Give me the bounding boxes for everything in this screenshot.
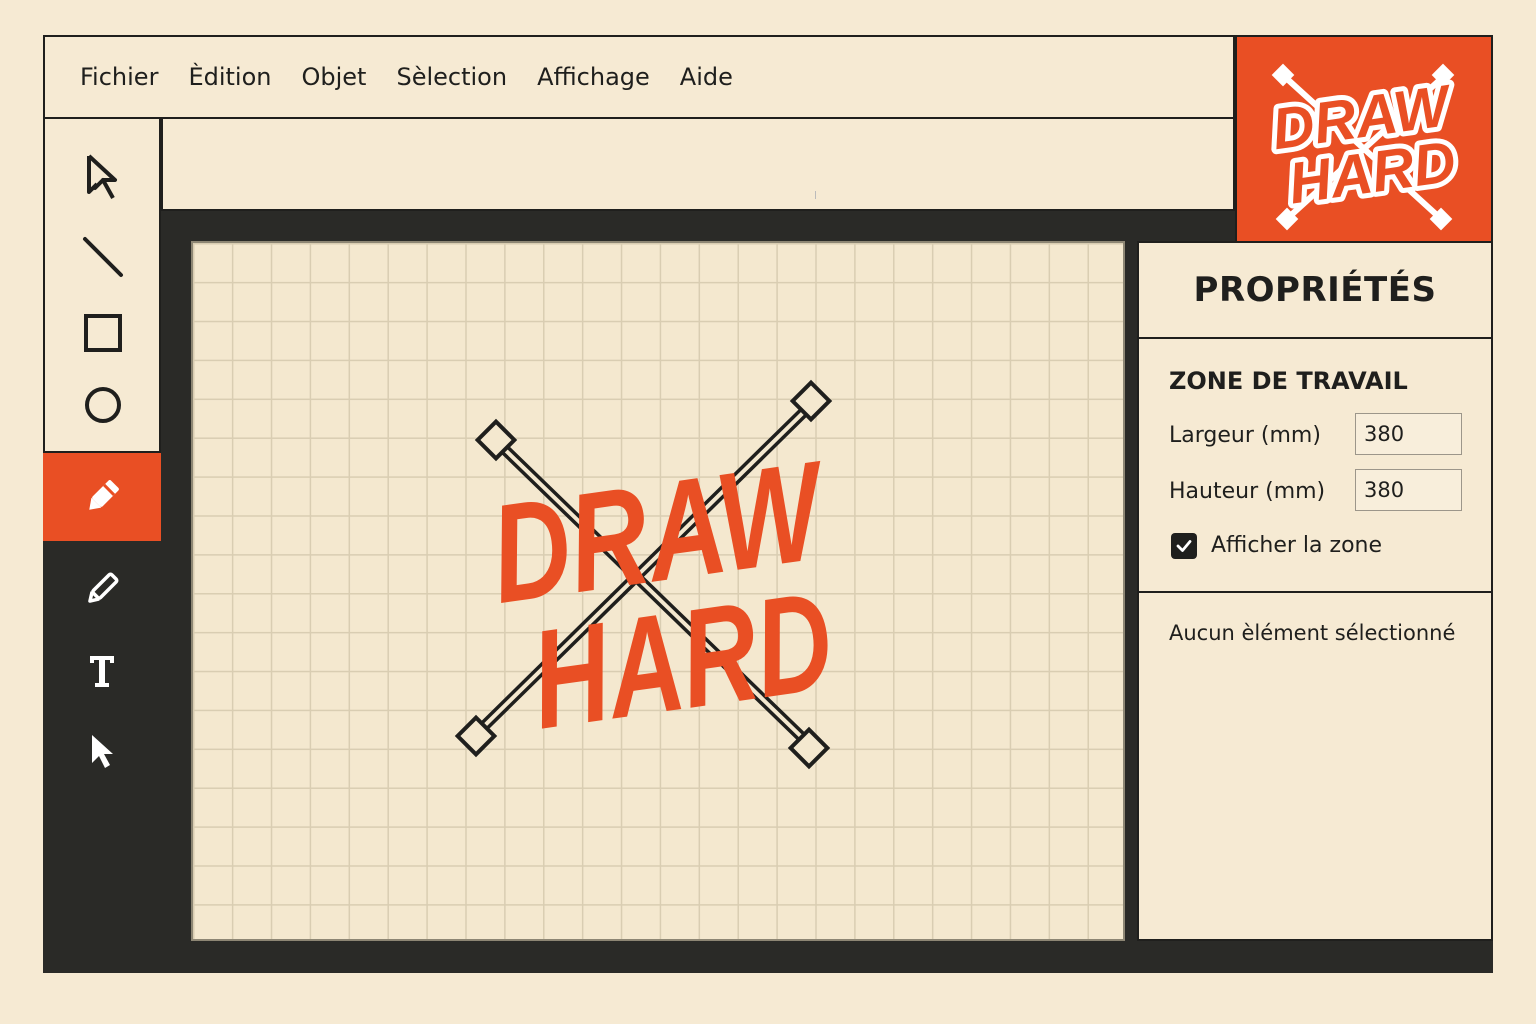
width-label: Largeur (mm) (1169, 423, 1321, 448)
toolbar (43, 119, 161, 453)
menu-bar: Fichier Èdition Objet Sèlection Affichag… (43, 35, 1235, 119)
direct-select-tool[interactable] (43, 723, 161, 779)
artwork[interactable]: DRAW HARD (193, 243, 1123, 939)
height-input[interactable] (1355, 469, 1462, 511)
pen-icon (89, 480, 119, 510)
ellipse-tool[interactable] (45, 377, 161, 433)
control-bar (161, 119, 1235, 211)
menu-objet[interactable]: Objet (301, 63, 366, 91)
menu-selection[interactable]: Sèlection (396, 63, 507, 91)
menu-affichage[interactable]: Affichage (537, 63, 650, 91)
menu-edition[interactable]: Èdition (188, 63, 271, 91)
artboard-section: ZONE DE TRAVAIL Largeur (mm) Hauteur (mm… (1139, 339, 1491, 593)
line-icon (83, 237, 123, 277)
pencil-icon (88, 572, 119, 603)
text-tool[interactable] (43, 643, 161, 699)
rectangle-icon (84, 314, 122, 352)
app-window: Fichier Èdition Objet Sèlection Affichag… (43, 35, 1493, 973)
ruler-tick (815, 191, 816, 199)
show-zone-checkbox[interactable] (1171, 533, 1197, 559)
pencil-tool[interactable] (43, 561, 161, 617)
selection-arrow-icon (87, 154, 117, 199)
line-tool[interactable] (45, 229, 161, 285)
show-zone-label[interactable]: Afficher la zone (1211, 533, 1382, 558)
pen-tool[interactable] (43, 453, 161, 541)
section-title: ZONE DE TRAVAIL (1169, 367, 1408, 395)
text-icon (90, 656, 114, 687)
checkmark-icon (1176, 540, 1192, 552)
menu-aide[interactable]: Aide (680, 63, 733, 91)
artboard-canvas[interactable]: DRAW HARD (191, 241, 1125, 941)
height-label: Hauteur (mm) (1169, 479, 1326, 504)
menu-fichier[interactable]: Fichier (80, 63, 158, 91)
ellipse-icon (85, 387, 121, 423)
properties-panel: PROPRIÉTÉS ZONE DE TRAVAIL Largeur (mm) … (1137, 241, 1493, 941)
selection-arrow-tool[interactable] (45, 149, 161, 205)
width-input[interactable] (1355, 413, 1462, 455)
no-selection-message: Aucun èlément sélectionné (1169, 621, 1456, 645)
direct-select-icon (92, 735, 113, 768)
logo-graphic: DRAW DRAW HARD HARD (1263, 63, 1465, 231)
app-logo: DRAW DRAW HARD HARD (1235, 35, 1493, 251)
rectangle-tool[interactable] (45, 305, 161, 361)
properties-title: PROPRIÉTÉS (1193, 270, 1437, 310)
properties-header: PROPRIÉTÉS (1139, 243, 1491, 339)
